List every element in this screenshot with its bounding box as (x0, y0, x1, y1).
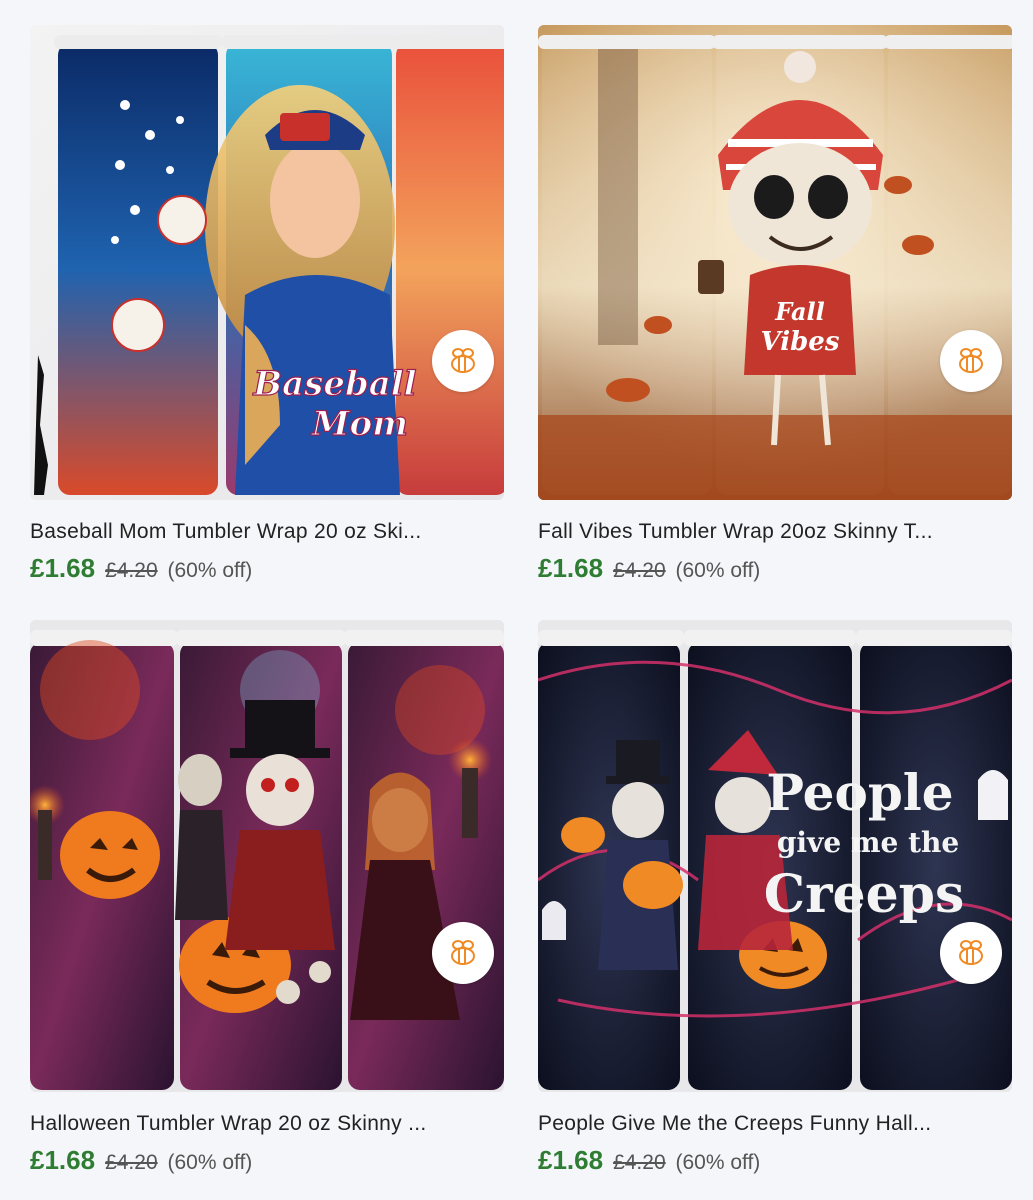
listing-grid: Baseball Mom Baseball Mom Tumbler Wrap 2… (0, 0, 1033, 1200)
bee-icon (959, 348, 983, 373)
discount-label: (60% off) (167, 1151, 253, 1174)
listing-title[interactable]: Baseball Mom Tumbler Wrap 20 oz Ski... (30, 518, 504, 546)
bee-icon (959, 940, 983, 965)
bee-badge[interactable] (432, 330, 494, 392)
listing-image[interactable] (30, 620, 504, 1092)
discount-label: (60% off) (675, 1151, 761, 1174)
image-text-line-1: Baseball (252, 364, 416, 404)
image-text-line-2: give me the (777, 826, 959, 859)
listing-card-people-give-me-the-creeps[interactable]: People give me the Creeps People Give Me… (538, 620, 1012, 1177)
bee-icon (451, 348, 475, 373)
original-price: £4.20 (613, 559, 666, 582)
listing-image[interactable]: People give me the Creeps (538, 620, 1012, 1092)
listing-title[interactable]: Halloween Tumbler Wrap 20 oz Skinny ... (30, 1110, 504, 1138)
listing-card-fall-vibes[interactable]: Fall Vibes Fall Vibes Tumbler Wrap 20oz … (538, 25, 1012, 585)
listing-image[interactable]: Fall Vibes (538, 25, 1012, 500)
bee-badge[interactable] (432, 922, 494, 984)
price-row: £1.68 £4.20 (60% off) (538, 554, 1012, 585)
original-price: £4.20 (105, 559, 158, 582)
listing-image[interactable]: Baseball Mom (30, 25, 504, 500)
price-row: £1.68 £4.20 (60% off) (538, 1146, 1012, 1177)
listing-card-baseball-mom[interactable]: Baseball Mom Baseball Mom Tumbler Wrap 2… (30, 25, 504, 585)
price-row: £1.68 £4.20 (60% off) (30, 1146, 504, 1177)
original-price: £4.20 (105, 1151, 158, 1174)
tumbler-wrap-image: Fall Vibes (538, 25, 1012, 500)
image-text-line-3: Creeps (764, 864, 965, 925)
listing-title[interactable]: Fall Vibes Tumbler Wrap 20oz Skinny T... (538, 518, 1012, 546)
original-price: £4.20 (613, 1151, 666, 1174)
tumbler-wrap-image: People give me the Creeps (538, 620, 1012, 1092)
tumbler-wrap-image: Baseball Mom (30, 25, 504, 500)
tumbler-wrap-image (30, 620, 504, 1092)
price-row: £1.68 £4.20 (60% off) (30, 554, 504, 585)
listing-title[interactable]: People Give Me the Creeps Funny Hall... (538, 1110, 1012, 1138)
discount-label: (60% off) (167, 559, 253, 582)
sale-price: £1.68 (30, 1145, 96, 1175)
image-text-line-2: Vibes (761, 327, 840, 357)
image-text-line-1: People (766, 763, 953, 822)
bee-badge[interactable] (940, 330, 1002, 392)
sale-price: £1.68 (30, 553, 96, 583)
sale-price: £1.68 (538, 553, 604, 583)
bee-badge[interactable] (940, 922, 1002, 984)
sale-price: £1.68 (538, 1145, 604, 1175)
bee-icon (451, 940, 475, 965)
listing-card-halloween[interactable]: Halloween Tumbler Wrap 20 oz Skinny ... … (30, 620, 504, 1177)
discount-label: (60% off) (675, 559, 761, 582)
image-text-line-2: Mom (311, 404, 408, 444)
image-text-line-1: Fall (774, 297, 825, 326)
